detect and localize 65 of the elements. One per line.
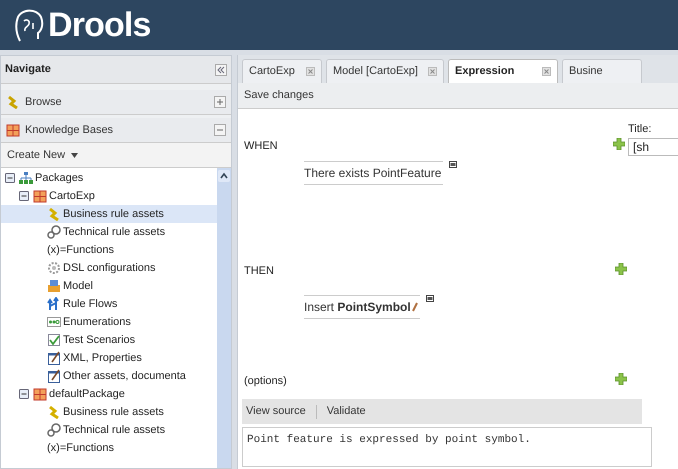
tree-item[interactable]: Other assets, documenta xyxy=(47,367,192,385)
checkmark-icon xyxy=(47,333,61,347)
save-button[interactable]: Save changes xyxy=(244,87,314,104)
tree-item[interactable]: XML, Properties xyxy=(47,349,148,367)
document-icon xyxy=(47,351,61,365)
toolbar-link[interactable]: View source xyxy=(246,403,306,420)
head-logo-icon xyxy=(14,7,44,43)
document-icon xyxy=(47,369,61,383)
tree-item[interactable]: Model xyxy=(47,277,99,295)
tree-item[interactable]: Business rule assets xyxy=(47,403,170,421)
arrows-icon xyxy=(47,297,61,311)
collapse-icon[interactable] xyxy=(19,191,29,201)
toolbar-link[interactable]: Validate xyxy=(326,403,366,420)
rule-pattern[interactable]: There exists PointFeature xyxy=(304,164,442,182)
rule-pattern[interactable]: Insert PointSymbol xyxy=(304,298,411,316)
add-icon[interactable] xyxy=(615,373,627,385)
pencil-icon[interactable] xyxy=(412,302,418,312)
tree-item[interactable]: Packages xyxy=(19,169,90,187)
section-label: THEN xyxy=(244,264,274,279)
tab[interactable]: Expression xyxy=(448,59,558,83)
panel-title: Navigate xyxy=(5,62,51,78)
tab[interactable]: Busine xyxy=(562,59,642,83)
close-icon[interactable] xyxy=(542,67,551,76)
remove-icon[interactable] xyxy=(426,295,434,302)
tree-item[interactable]: Enumerations xyxy=(47,313,137,331)
scroll-up-icon[interactable] xyxy=(218,170,230,182)
section-label: (options) xyxy=(244,374,287,389)
section-header[interactable]: Browse xyxy=(6,94,62,110)
tree-item[interactable]: Test Scenarios xyxy=(47,331,142,349)
description-box[interactable]: Point feature is expressed by point symbol. xyxy=(242,427,652,467)
tree-item[interactable]: Rule Flows xyxy=(47,295,124,313)
add-icon[interactable] xyxy=(615,263,627,275)
package-icon xyxy=(33,189,47,203)
hierarchy-icon xyxy=(19,171,33,185)
model-icon xyxy=(47,279,61,293)
tree-item[interactable]: (x)=Functions xyxy=(47,439,120,457)
package-icon xyxy=(33,387,47,401)
section-label: WHEN xyxy=(244,139,278,154)
logo-text: Drools xyxy=(48,8,151,42)
tab[interactable]: CartoExp xyxy=(242,59,322,83)
tree-item[interactable]: Technical rule assets xyxy=(47,421,172,439)
collapse-icon[interactable] xyxy=(5,173,15,183)
tree-item[interactable]: Technical rule assets xyxy=(47,223,172,241)
close-icon[interactable] xyxy=(428,67,437,76)
collapse-icon[interactable] xyxy=(215,64,227,76)
collapse-icon[interactable] xyxy=(214,124,226,136)
field-label: Title: xyxy=(628,122,652,137)
lightning-icon xyxy=(47,405,61,419)
lightning-icon xyxy=(6,95,20,109)
title-field[interactable]: [sh xyxy=(628,138,678,156)
tree-item[interactable]: DSL configurations xyxy=(47,259,162,277)
remove-icon[interactable] xyxy=(449,161,458,168)
tab[interactable]: Model [CartoExp] xyxy=(326,59,444,83)
package-icon xyxy=(6,123,20,137)
tree-item[interactable]: (x)=Functions xyxy=(47,241,120,259)
expand-icon[interactable] xyxy=(214,96,226,108)
tree-item[interactable]: CartoExp xyxy=(33,187,101,205)
collapse-icon[interactable] xyxy=(19,389,29,399)
add-icon[interactable] xyxy=(613,138,625,150)
scrollbar[interactable] xyxy=(217,168,231,468)
tree-item[interactable]: defaultPackage xyxy=(33,385,131,403)
caret-icon xyxy=(71,152,78,158)
lightning-icon xyxy=(47,207,61,221)
list-icon xyxy=(47,315,61,329)
close-icon[interactable] xyxy=(306,67,315,76)
